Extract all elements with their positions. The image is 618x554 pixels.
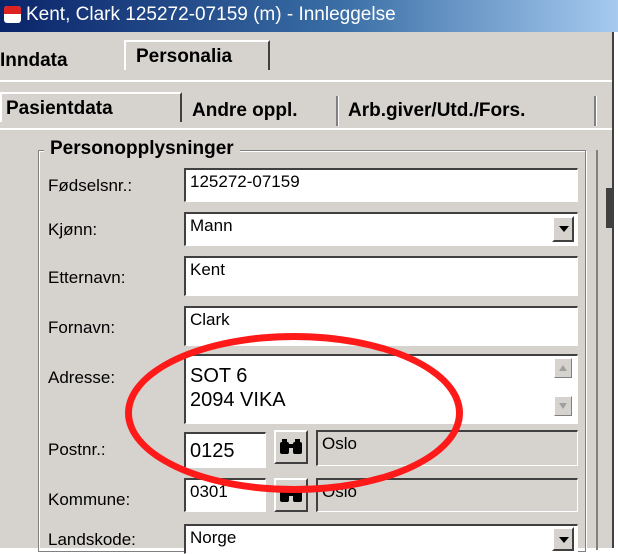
app-icon: [4, 6, 21, 23]
landskode-value: Norge: [190, 528, 237, 547]
window-title-bar: Kent, Clark 125272-07159 (m) - Innleggel…: [0, 0, 618, 32]
window-title: Kent, Clark 125272-07159 (m) - Innleggel…: [26, 4, 396, 25]
fodselsnr-field[interactable]: 125272-07159: [184, 168, 578, 202]
scroll-down-button[interactable]: [554, 396, 572, 416]
tab-separator: [594, 96, 597, 126]
fornavn-label: Fornavn:: [48, 318, 116, 337]
adresse-line2: 2094 VIKA: [190, 389, 286, 411]
postnr-search-button[interactable]: [274, 430, 308, 464]
landskode-dropdown-button[interactable]: [552, 527, 574, 551]
side-panel-handle: [606, 188, 612, 228]
tab-andre-oppl[interactable]: Andre oppl.: [192, 96, 332, 126]
adresse-line1: SOT 6: [190, 365, 248, 387]
etternavn-field[interactable]: Kent: [184, 256, 578, 296]
binoculars-icon: [280, 487, 302, 502]
subtab-divider: [0, 128, 612, 130]
tab-separator: [336, 96, 339, 126]
binoculars-icon: [280, 439, 302, 454]
tab-divider: [0, 80, 612, 82]
adresse-field[interactable]: SOT 6 2094 VIKA: [184, 354, 578, 424]
tab-inndata[interactable]: Inndata: [0, 46, 118, 76]
group-legend: Personopplysninger: [44, 138, 240, 160]
tab-arbgiver-label: Arb.giver/Utd./Fors.: [348, 100, 526, 121]
landskode-label: Landskode:: [48, 530, 136, 549]
postnr-label: Postnr.:: [48, 440, 106, 459]
poststed-field: Oslo: [316, 430, 578, 466]
tab-pasientdata-label: Pasientdata: [6, 98, 113, 119]
kjonn-select[interactable]: Mann: [184, 212, 578, 246]
kjonn-dropdown-button[interactable]: [552, 216, 574, 242]
kommune-label: Kommune:: [48, 490, 131, 509]
kommune-name-field: Oslo: [316, 478, 578, 512]
arrow-up-icon: [559, 365, 567, 371]
tab-personalia[interactable]: Personalia: [124, 40, 270, 70]
kjonn-value: Mann: [190, 216, 233, 235]
fornavn-field[interactable]: Clark: [184, 306, 578, 346]
scroll-up-button[interactable]: [554, 358, 572, 378]
kjonn-label: Kjønn:: [48, 220, 98, 239]
postnr-field[interactable]: 0125: [184, 432, 266, 468]
adresse-label: Adresse:: [48, 368, 116, 387]
kommune-search-button[interactable]: [274, 478, 308, 512]
arrow-down-icon: [559, 403, 567, 409]
tab-personalia-label: Personalia: [136, 46, 233, 67]
etternavn-label: Etternavn:: [48, 268, 126, 287]
landskode-select[interactable]: Norge: [184, 524, 578, 554]
tab-pasientdata[interactable]: Pasientdata: [0, 92, 182, 122]
tab-andre-oppl-label: Andre oppl.: [192, 100, 298, 121]
tab-inndata-label: Inndata: [0, 50, 68, 71]
fodselsnr-label: Fødselsnr.:: [48, 176, 133, 195]
kommune-field[interactable]: 0301: [184, 478, 266, 512]
tab-arbgiver[interactable]: Arb.giver/Utd./Fors.: [348, 96, 588, 126]
